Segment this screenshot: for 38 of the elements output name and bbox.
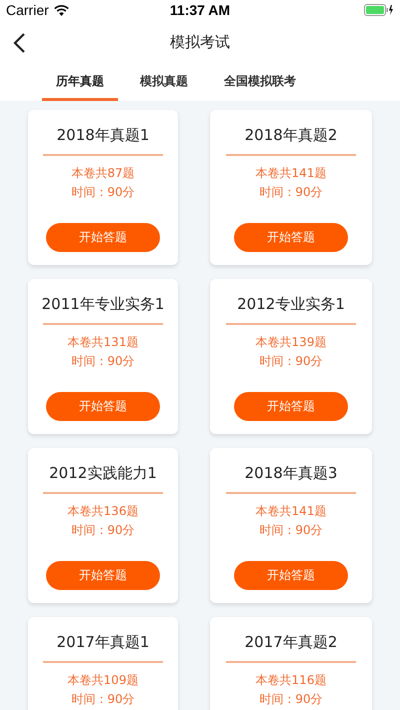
battery-icon [364,4,394,16]
page-title: 模拟考试 [170,33,230,52]
question-count: 本卷共109题 [68,672,138,688]
tab[interactable]: 模拟真题 [126,65,202,101]
question-count: 本卷共139题 [256,334,326,350]
question-count: 本卷共116题 [256,672,326,688]
question-count: 本卷共131题 [68,334,138,350]
exam-title: 2017年真题2 [244,633,338,652]
back-icon[interactable] [12,32,26,54]
exam-time: 时间：90分 [71,352,135,370]
start-button[interactable]: 开始答题 [46,560,160,590]
exam-time: 时间：90分 [71,522,135,538]
exam-title: 2012专业实务1 [237,295,345,314]
wifi-icon [54,4,69,16]
exam-title: 2012实践能力1 [49,464,157,483]
status-time: 11:37 AM [170,2,230,18]
start-button[interactable]: 开始答题 [234,222,348,252]
exam-title: 2017年真题1 [56,633,150,652]
exam-time: 时间：90分 [259,690,323,708]
exam-time: 时间：90分 [259,184,323,200]
exam-time: 时间：90分 [259,522,323,538]
start-button[interactable]: 开始答题 [46,392,160,420]
exam-title: 2018年真题1 [56,126,150,145]
exam-title: 2018年真题2 [244,126,338,145]
question-count: 本卷共141题 [256,502,326,520]
question-count: 本卷共136题 [68,502,138,520]
exam-title: 2011年专业实务1 [42,295,164,314]
exam-time: 时间：90分 [259,352,323,370]
start-button[interactable]: 开始答题 [234,392,348,420]
exam-time: 时间：90分 [71,690,135,708]
start-button[interactable]: 开始答题 [234,560,348,590]
question-count: 本卷共141题 [256,164,326,182]
carrier-label: Carrier [6,2,49,18]
start-button[interactable]: 开始答题 [46,222,160,252]
tab[interactable]: 全国模拟联考 [210,65,310,101]
question-count: 本卷共87题 [71,164,135,182]
exam-title: 2018年真题3 [244,464,338,483]
exam-time: 时间：90分 [71,184,135,200]
